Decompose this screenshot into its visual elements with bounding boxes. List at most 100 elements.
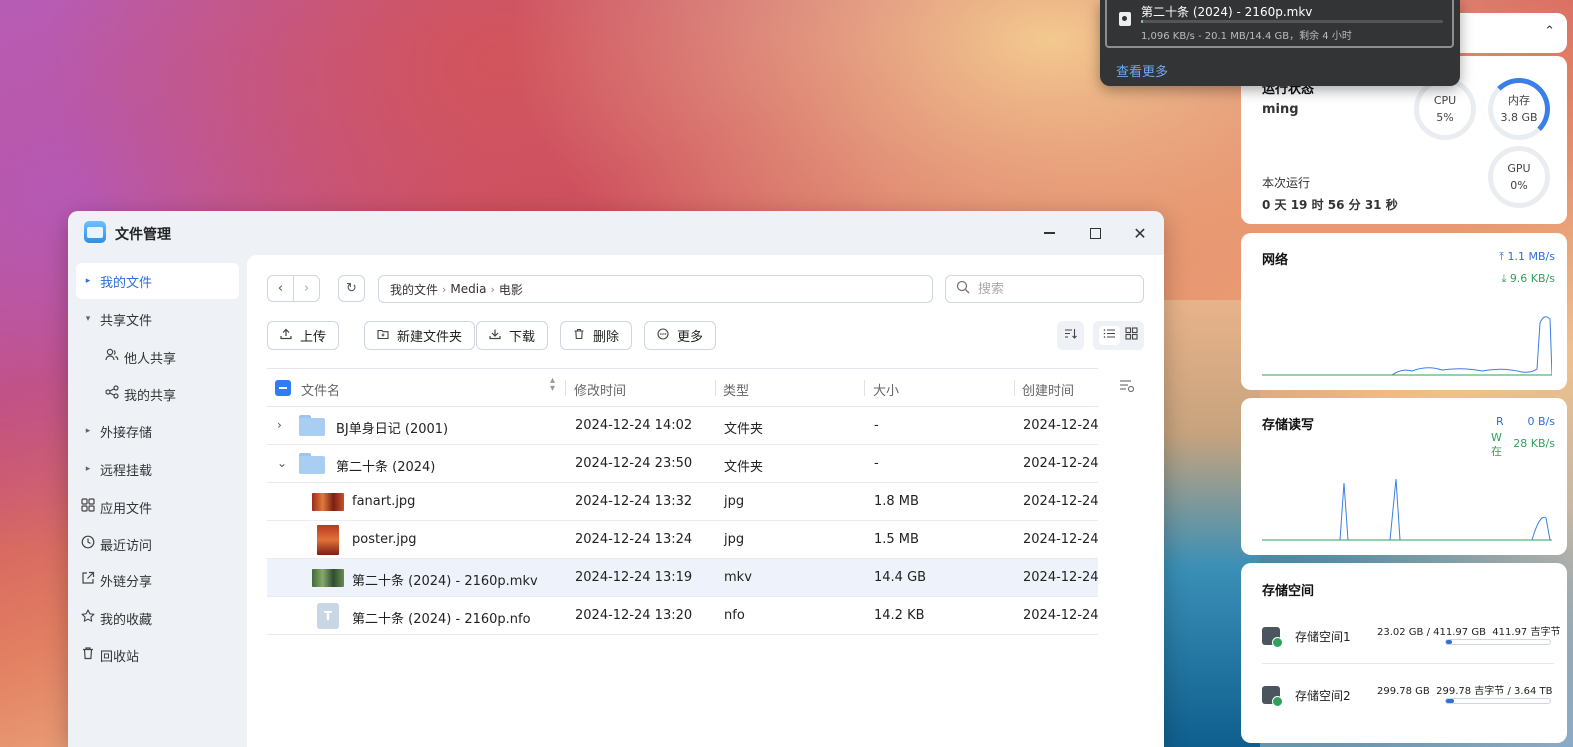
table-row-selected[interactable]: 第二十条 (2024) - 2160p.mkv 2024-12-24 13:19… xyxy=(267,559,1099,597)
file-size: - xyxy=(874,456,879,471)
window-title: 文件管理 xyxy=(115,227,171,243)
sidebar-item-label: 应用文件 xyxy=(100,501,153,517)
refresh-button[interactable]: ↻ xyxy=(338,275,365,302)
sidebar-item-favorites[interactable]: 我的收藏 xyxy=(76,600,239,636)
table-header: 文件名 ▴ ▾ 修改时间 类型 大小 创建时间 xyxy=(267,368,1098,407)
text-file-icon: T xyxy=(317,603,339,629)
sort-arrows-icon[interactable]: ▴ ▾ xyxy=(550,376,555,394)
storage-usage-fill xyxy=(1446,699,1455,703)
titlebar: 文件管理 ✕ xyxy=(68,211,1164,255)
sidebar-item-app-files[interactable]: 应用文件 xyxy=(76,489,239,525)
widget-panel: ⌃ 运行状态 ming 本次运行 0 天 19 时 56 分 31 秒 CPU … xyxy=(1240,0,1573,747)
minimize-button[interactable] xyxy=(1038,222,1060,244)
see-more-link[interactable]: 查看更多 xyxy=(1116,61,1168,80)
apps-icon xyxy=(76,498,100,516)
file-modified: 2024-12-24 13:24 xyxy=(575,532,693,547)
share-icon xyxy=(100,385,124,403)
sort-button[interactable] xyxy=(1057,321,1084,350)
breadcrumb-item-movies[interactable]: 电影 xyxy=(499,281,523,298)
trash-icon xyxy=(76,646,100,664)
sidebar-item-shared-files[interactable]: ▾ 共享文件 xyxy=(76,301,239,337)
storage-total: 411.97 GB xyxy=(1433,627,1486,638)
sidebar-item-recent[interactable]: 最近访问 xyxy=(76,526,239,562)
close-button[interactable]: ✕ xyxy=(1129,222,1151,244)
view-toggle xyxy=(1093,321,1144,350)
header-type[interactable]: 类型 xyxy=(723,380,749,399)
table-row[interactable]: ⌄ 第二十条 (2024) 2024-12-24 23:50 文件夹 - 202… xyxy=(267,445,1099,483)
more-button[interactable]: 更多 xyxy=(644,321,717,350)
file-modified: 2024-12-24 13:32 xyxy=(575,494,693,509)
download-popup: 第二十条 (2024) - 2160p.mkv 1,096 KB/s - 20.… xyxy=(1100,0,1460,86)
sidebar-item-label: 我的文件 xyxy=(100,275,153,291)
table-row[interactable]: fanart.jpg 2024-12-24 13:32 jpg 1.8 MB 2… xyxy=(267,483,1099,521)
search-icon xyxy=(956,280,970,298)
sidebar-item-external-links[interactable]: 外链分享 xyxy=(76,562,239,598)
sidebar-item-external-storage[interactable]: ▸ 外接存储 xyxy=(76,413,239,449)
download-button[interactable]: 下载 xyxy=(476,321,549,350)
upload-rate-value: 1.1 MB/s xyxy=(1507,250,1555,263)
download-meta: 1,096 KB/s - 20.1 MB/14.4 GB，剩余 4 小时 xyxy=(1141,31,1352,42)
table-row[interactable]: T 第二十条 (2024) - 2160p.nfo 2024-12-24 13:… xyxy=(267,597,1099,635)
file-type: nfo xyxy=(724,608,745,623)
header-size[interactable]: 大小 xyxy=(873,380,899,399)
upload-button[interactable]: 上传 xyxy=(267,321,340,350)
network-widget: 网络 ⤒ 1.1 MB/s ⤓ 9.6 KB/s xyxy=(1241,233,1567,390)
file-created: 2024-12-24 xyxy=(1023,570,1099,585)
breadcrumb[interactable]: 我的文件 › Media › 电影 xyxy=(378,275,933,303)
collapse-icon[interactable]: ⌃ xyxy=(1544,24,1555,39)
list-view-button[interactable] xyxy=(1099,326,1121,345)
io-title: 存储读写 xyxy=(1262,418,1315,433)
grid-view-button[interactable] xyxy=(1125,327,1138,344)
forward-button[interactable]: › xyxy=(293,275,320,302)
sidebar-item-remote-mount[interactable]: ▸ 远程挂载 xyxy=(76,451,239,487)
status-user: ming xyxy=(1262,102,1299,117)
cpu-gauge: CPU 5% xyxy=(1414,78,1476,140)
column-settings-button[interactable] xyxy=(1119,379,1135,397)
table-row[interactable]: › BJ单身日记 (2001) 2024-12-24 14:02 文件夹 - 2… xyxy=(267,407,1099,445)
io-sparkline xyxy=(1262,478,1552,541)
main-pane: ‹ › ↻ 我的文件 › Media › 电影 上传 新建文件夹 xyxy=(247,255,1164,747)
collapse-chevron-icon[interactable]: ⌄ xyxy=(277,456,287,470)
breadcrumb-separator: › xyxy=(490,282,495,296)
download-icon xyxy=(489,328,501,343)
header-created[interactable]: 创建时间 xyxy=(1022,380,1074,399)
sidebar-item-trash[interactable]: 回收站 xyxy=(76,637,239,673)
file-type: 文件夹 xyxy=(724,422,764,437)
delete-button[interactable]: 删除 xyxy=(560,321,633,350)
sidebar-item-label: 外接存储 xyxy=(100,425,153,441)
header-name[interactable]: 文件名 xyxy=(301,380,340,399)
breadcrumb-item-media[interactable]: Media xyxy=(450,282,486,296)
storage-pool-row[interactable]: 存储空间1 23.02 GB / 411.97 GB 411.97 吉字节 xyxy=(1262,623,1560,663)
storage-widget: 存储空间 存储空间1 23.02 GB / 411.97 GB 411.97 吉… xyxy=(1241,563,1567,743)
search-box[interactable] xyxy=(945,275,1144,303)
download-item[interactable]: 第二十条 (2024) - 2160p.mkv 1,096 KB/s - 20.… xyxy=(1105,0,1454,48)
file-table: 文件名 ▴ ▾ 修改时间 类型 大小 创建时间 › BJ单身日记 (2001) 2… xyxy=(267,368,1099,635)
storage-used: 23.02 GB xyxy=(1377,627,1424,638)
video-file-icon xyxy=(1119,12,1131,26)
caret-right-icon: ▸ xyxy=(85,464,91,474)
memory-label: 内存 xyxy=(1508,94,1530,107)
storage-usage-fill xyxy=(1446,640,1452,644)
header-modified[interactable]: 修改时间 xyxy=(574,380,626,399)
breadcrumb-item-my-files[interactable]: 我的文件 xyxy=(390,281,438,298)
storage-pool-icon xyxy=(1262,627,1283,648)
sidebar-item-label: 我的共享 xyxy=(124,388,177,404)
sidebar-item-my-shares[interactable]: 我的共享 xyxy=(100,376,239,412)
uptime-value: 0 天 19 时 56 分 31 秒 xyxy=(1262,198,1398,212)
storage-pool-row[interactable]: 存储空间2 299.78 GB 299.78 吉字节 / 3.64 TB xyxy=(1262,682,1554,722)
maximize-button[interactable] xyxy=(1084,222,1106,244)
sidebar-item-shared-with-me[interactable]: 他人共享 xyxy=(100,339,239,375)
table-row[interactable]: poster.jpg 2024-12-24 13:24 jpg 1.5 MB 2… xyxy=(267,521,1099,559)
file-manager-window: 文件管理 ✕ ▸ 我的文件 ▾ 共享文件 他人共享 我的共享 ▸ 外接存储 ▸ … xyxy=(68,211,1164,747)
expand-chevron-icon[interactable]: › xyxy=(277,418,282,432)
select-all-checkbox[interactable] xyxy=(275,380,291,396)
search-input[interactable] xyxy=(978,281,1128,297)
file-created: 2024-12-24 xyxy=(1023,456,1099,471)
sidebar-item-my-files[interactable]: ▸ 我的文件 xyxy=(76,263,239,299)
back-button[interactable]: ‹ xyxy=(267,275,294,302)
storage-usage-bar xyxy=(1445,639,1551,645)
write-value: 28 KB/s xyxy=(1513,437,1555,450)
file-modified: 2024-12-24 14:02 xyxy=(575,418,693,433)
new-folder-button[interactable]: 新建文件夹 xyxy=(364,321,476,350)
maximize-icon xyxy=(1089,227,1101,239)
